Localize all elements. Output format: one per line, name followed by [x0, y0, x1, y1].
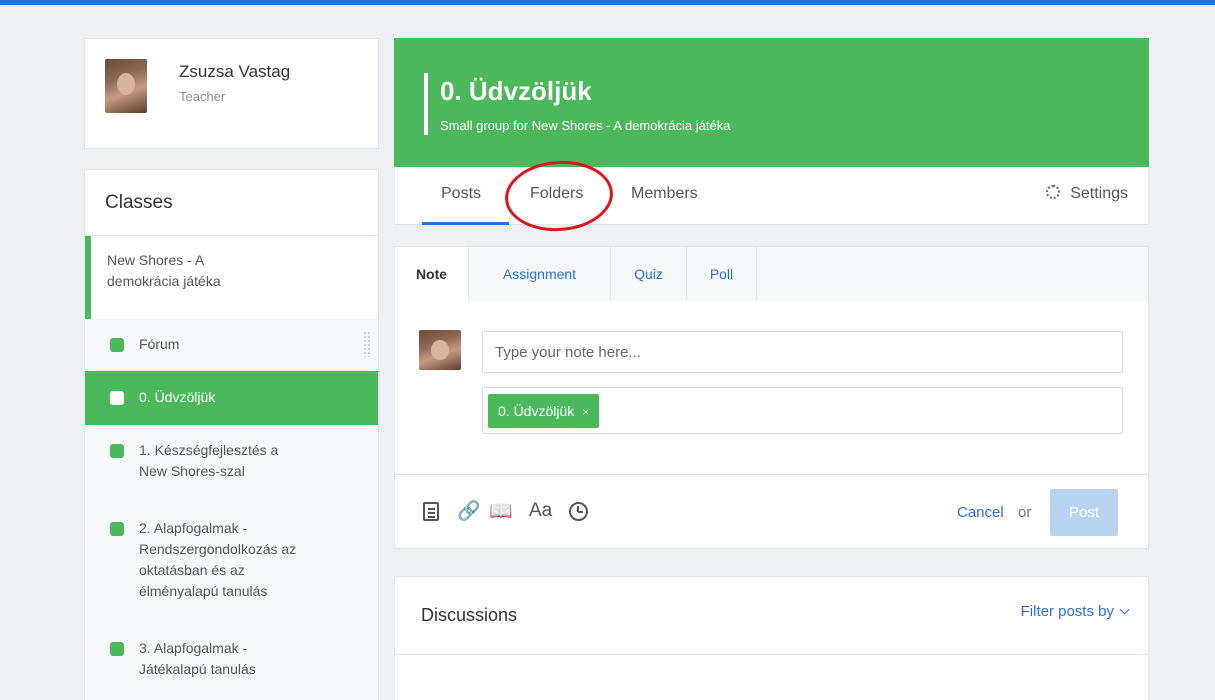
- filter-label: Filter posts by: [1020, 603, 1114, 620]
- header-accent-bar: [424, 73, 428, 135]
- discussions-panel: Discussions Filter posts by: [394, 576, 1149, 700]
- file-icon[interactable]: [423, 502, 439, 521]
- group-color-icon: [110, 338, 124, 352]
- filter-posts-dropdown[interactable]: Filter posts by: [1020, 603, 1130, 620]
- recipient-chip-label: 0. Üdvzöljük: [498, 403, 575, 419]
- class-item-label: 3. Alapfogalmak - Játékalapú tanulás: [139, 640, 256, 677]
- composer-tab-quiz[interactable]: Quiz: [611, 247, 687, 301]
- gear-icon: [1046, 185, 1061, 199]
- class-item-label: 0. Üdvzöljük: [139, 389, 216, 405]
- class-item-alapfogalmak-2[interactable]: 2. Alapfogalmak - Rendszergondolkozás az…: [85, 503, 378, 623]
- drag-handle-icon[interactable]: [363, 331, 371, 357]
- clock-icon[interactable]: [569, 502, 588, 521]
- top-accent-bar: [0, 0, 1215, 5]
- class-item-label: 2. Alapfogalmak - Rendszergondolkozás az…: [139, 520, 297, 599]
- library-icon[interactable]: 📖: [489, 499, 513, 523]
- group-color-icon: [110, 642, 124, 656]
- recipient-chip: 0. Üdvzöljük ×: [488, 394, 600, 428]
- class-item-forum[interactable]: Fórum: [85, 319, 378, 371]
- tab-posts[interactable]: Posts: [441, 185, 481, 203]
- class-item-label: 1. Készségfejlesztés a New Shores-szal: [139, 442, 279, 479]
- close-icon[interactable]: ×: [582, 405, 589, 419]
- composer-tab-assignment[interactable]: Assignment: [469, 247, 611, 301]
- composer-toolbar: 🔗 📖 Aa Cancel or Post: [395, 474, 1148, 548]
- profile-name[interactable]: Zsuzsa Vastag: [179, 62, 290, 82]
- post-button[interactable]: Post: [1050, 489, 1118, 536]
- classes-panel: Classes New Shores - A demokrácia játéka…: [84, 169, 379, 700]
- chevron-down-icon: [1119, 604, 1130, 615]
- class-parent-label: New Shores - A demokrácia játéka: [107, 252, 221, 289]
- group-color-icon: [110, 391, 124, 405]
- group-header: 0. Üdvzöljük Small group for New Shores …: [394, 38, 1149, 167]
- settings-button[interactable]: Settings: [1046, 185, 1128, 203]
- class-item-label: Fórum: [139, 336, 180, 352]
- tab-members[interactable]: Members: [631, 185, 698, 203]
- composer-tabs-background: [757, 247, 1148, 301]
- text-format-icon[interactable]: Aa: [529, 500, 552, 522]
- group-subtitle[interactable]: Small group for New Shores - A demokráci…: [440, 118, 730, 133]
- composer-tabs: Note Assignment Quiz Poll: [395, 247, 1148, 302]
- recipients-field[interactable]: 0. Üdvzöljük ×: [482, 387, 1123, 434]
- divider: [395, 654, 1148, 655]
- classes-list: New Shores - A demokrácia játéka Fórum 0…: [85, 235, 378, 700]
- group-color-icon: [110, 444, 124, 458]
- avatar: [419, 330, 461, 370]
- discussions-title: Discussions: [421, 605, 518, 625]
- composer-tab-note[interactable]: Note: [395, 247, 469, 302]
- class-item-udvozoljuk[interactable]: 0. Üdvzöljük: [85, 371, 378, 425]
- classes-title: Classes: [105, 192, 173, 213]
- profile-card[interactable]: Zsuzsa Vastag Teacher: [84, 38, 379, 149]
- profile-role: Teacher: [179, 89, 226, 104]
- class-item-alapfogalmak-3[interactable]: 3. Alapfogalmak - Játékalapú tanulás: [85, 623, 378, 700]
- class-item-keszsegfejlesztes[interactable]: 1. Készségfejlesztés a New Shores-szal: [85, 425, 378, 503]
- note-input[interactable]: [482, 331, 1123, 373]
- link-icon[interactable]: 🔗: [457, 499, 481, 523]
- class-parent-item[interactable]: New Shores - A demokrácia játéka: [85, 236, 378, 319]
- composer-tab-poll[interactable]: Poll: [687, 247, 757, 301]
- or-label: or: [1018, 504, 1032, 521]
- group-color-icon: [110, 522, 124, 536]
- active-tab-indicator: [422, 222, 509, 225]
- group-title: 0. Üdvzöljük: [440, 76, 592, 106]
- post-composer: Note Assignment Quiz Poll 0. Üdvzöljük× …: [394, 246, 1149, 549]
- cancel-link[interactable]: Cancel: [957, 504, 1004, 521]
- settings-label: Settings: [1070, 185, 1128, 202]
- avatar[interactable]: [105, 59, 147, 113]
